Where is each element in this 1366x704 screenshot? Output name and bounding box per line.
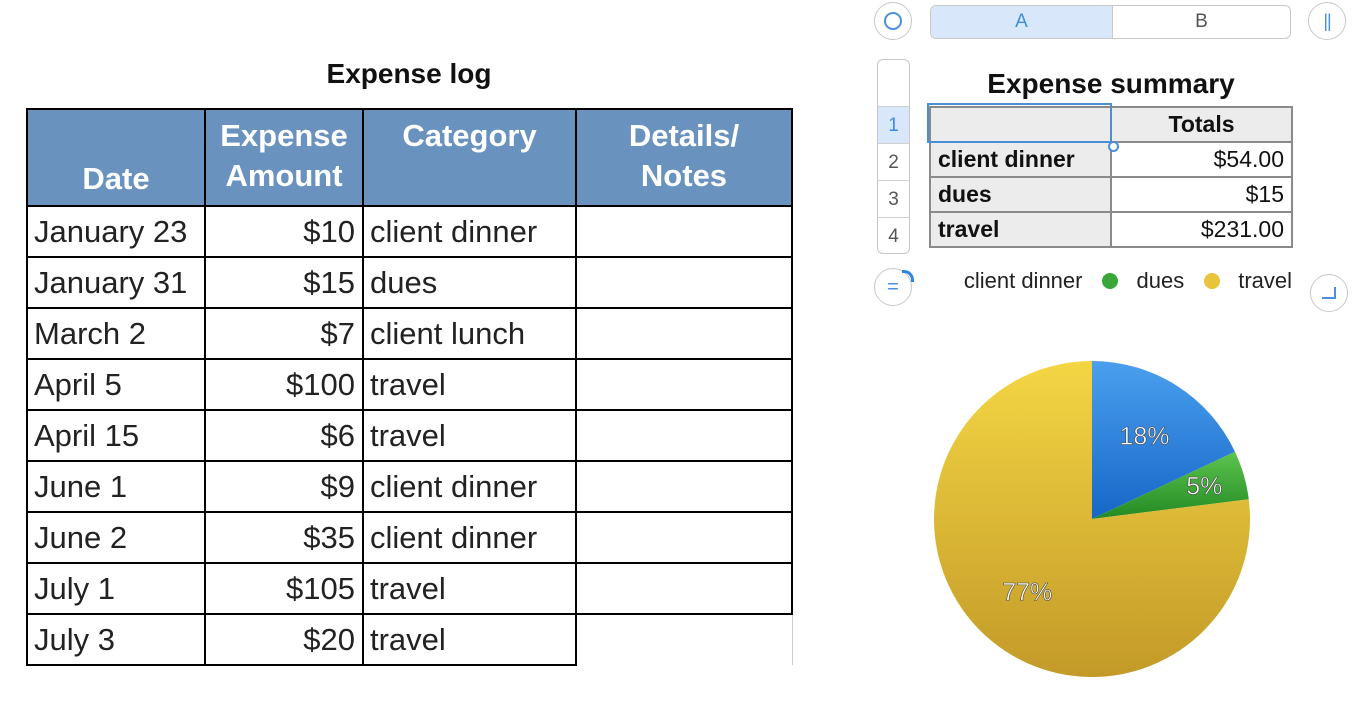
resize-table-button[interactable] bbox=[1310, 274, 1348, 312]
cell-selection-outline bbox=[927, 103, 1112, 143]
row-header-4[interactable]: 4 bbox=[878, 217, 909, 253]
notes-cell[interactable] bbox=[575, 358, 793, 411]
legend-swatch bbox=[1204, 273, 1221, 289]
amount-cell[interactable]: $15 bbox=[204, 256, 364, 309]
summary-label-cell[interactable]: dues bbox=[929, 176, 1112, 213]
header-amount-line1: Expense bbox=[220, 118, 348, 153]
table-row: January 23 $10 client dinner bbox=[26, 205, 793, 258]
summary-row: dues $15 bbox=[929, 176, 1293, 213]
table-row: June 2 $35 client dinner bbox=[26, 511, 793, 564]
expense-pie-chart[interactable]: 18% 5% 77% bbox=[930, 355, 1254, 679]
table-row: March 2 $7 client lunch bbox=[26, 307, 793, 360]
category-cell[interactable]: travel bbox=[362, 613, 577, 666]
date-cell[interactable]: July 3 bbox=[26, 613, 206, 666]
expense-log-header-row: Date Expense Amount Category Details/ No… bbox=[26, 108, 793, 207]
circle-icon bbox=[884, 12, 902, 30]
amount-cell[interactable]: $10 bbox=[204, 205, 364, 258]
summary-total-cell[interactable]: $231.00 bbox=[1110, 211, 1293, 248]
table-row: July 1 $105 travel bbox=[26, 562, 793, 615]
amount-cell[interactable]: $6 bbox=[204, 409, 364, 462]
notes-cell[interactable] bbox=[576, 613, 793, 665]
row-header-2[interactable]: 2 bbox=[878, 143, 909, 181]
summary-total-cell[interactable]: $15 bbox=[1110, 176, 1293, 213]
category-cell[interactable]: client dinner bbox=[362, 205, 577, 258]
add-column-button[interactable]: || bbox=[1308, 2, 1346, 40]
date-cell[interactable]: January 31 bbox=[26, 256, 206, 309]
header-category[interactable]: Category bbox=[362, 108, 577, 207]
legend-item-dues[interactable]: dues bbox=[1102, 268, 1184, 294]
legend-label: client dinner bbox=[963, 268, 1083, 293]
expense-log-title: Expense log bbox=[326, 58, 492, 89]
row-header-bar: 1 2 3 4 bbox=[877, 59, 910, 254]
pie-label-travel: 77% bbox=[1002, 578, 1052, 606]
column-header-b[interactable]: B bbox=[1113, 6, 1290, 38]
amount-cell[interactable]: $7 bbox=[204, 307, 364, 360]
category-cell[interactable]: travel bbox=[362, 358, 577, 411]
amount-cell[interactable]: $100 bbox=[204, 358, 364, 411]
expense-summary-title: Expense summary bbox=[987, 68, 1235, 99]
row-header-1[interactable]: 1 bbox=[878, 106, 909, 144]
amount-cell[interactable]: $9 bbox=[204, 460, 364, 513]
category-cell[interactable]: client lunch bbox=[362, 307, 577, 360]
selection-drag-handle[interactable] bbox=[1108, 141, 1119, 152]
date-cell[interactable]: July 1 bbox=[26, 562, 206, 615]
header-notes-line2: Notes bbox=[640, 158, 728, 193]
header-amount-line2: Amount bbox=[225, 158, 343, 193]
amount-cell[interactable]: $105 bbox=[204, 562, 364, 615]
date-cell[interactable]: June 2 bbox=[26, 511, 206, 564]
date-cell[interactable]: June 1 bbox=[26, 460, 206, 513]
equals-bars-icon: = bbox=[887, 276, 899, 298]
legend-swatch bbox=[1102, 273, 1119, 289]
table-row: April 15 $6 travel bbox=[26, 409, 793, 462]
column-header-bar: A B bbox=[930, 5, 1291, 39]
category-cell[interactable]: travel bbox=[362, 562, 577, 615]
notes-cell[interactable] bbox=[575, 562, 793, 615]
summary-header-totals[interactable]: Totals bbox=[1110, 106, 1293, 143]
notes-cell[interactable] bbox=[575, 511, 793, 564]
notes-cell[interactable] bbox=[575, 205, 793, 258]
legend-label: dues bbox=[1136, 268, 1185, 293]
category-cell[interactable]: dues bbox=[362, 256, 577, 309]
notes-cell[interactable] bbox=[575, 409, 793, 462]
notes-cell[interactable] bbox=[575, 460, 793, 513]
date-cell[interactable]: April 15 bbox=[26, 409, 206, 462]
summary-label-cell[interactable]: travel bbox=[929, 211, 1112, 248]
category-cell[interactable]: client dinner bbox=[362, 460, 577, 513]
corner-resize-icon bbox=[1322, 287, 1336, 299]
legend-item-client-dinner[interactable]: client dinner bbox=[956, 268, 1083, 294]
category-cell[interactable]: travel bbox=[362, 409, 577, 462]
notes-cell[interactable] bbox=[575, 256, 793, 309]
amount-cell[interactable]: $35 bbox=[204, 511, 364, 564]
date-cell[interactable]: March 2 bbox=[26, 307, 206, 360]
summary-total-cell[interactable]: $54.00 bbox=[1110, 141, 1293, 178]
expense-log-table: Date Expense Amount Category Details/ No… bbox=[26, 108, 793, 666]
row-header-3[interactable]: 3 bbox=[878, 180, 909, 218]
pause-bars-icon: || bbox=[1323, 10, 1331, 31]
table-row: June 1 $9 client dinner bbox=[26, 460, 793, 513]
header-date[interactable]: Date bbox=[26, 108, 206, 207]
header-expense-amount[interactable]: Expense Amount bbox=[204, 108, 364, 207]
date-cell[interactable]: April 5 bbox=[26, 358, 206, 411]
column-header-a[interactable]: A bbox=[931, 6, 1113, 38]
chart-legend: client dinner dues travel bbox=[900, 266, 1292, 296]
legend-item-travel[interactable]: travel bbox=[1204, 268, 1292, 294]
summary-label-cell[interactable]: client dinner bbox=[929, 141, 1112, 178]
amount-cell[interactable]: $20 bbox=[204, 613, 364, 666]
select-table-button[interactable] bbox=[874, 2, 912, 40]
table-row: January 31 $15 dues bbox=[26, 256, 793, 309]
legend-label: travel bbox=[1238, 268, 1292, 293]
table-row: July 3 $20 travel bbox=[26, 613, 793, 666]
pie-label-client-dinner: 18% bbox=[1119, 422, 1169, 450]
summary-row: travel $231.00 bbox=[929, 211, 1293, 248]
header-details-notes[interactable]: Details/ Notes bbox=[575, 108, 793, 207]
notes-cell[interactable] bbox=[575, 307, 793, 360]
table-row: April 5 $100 travel bbox=[26, 358, 793, 411]
header-notes-line1: Details/ bbox=[628, 118, 740, 153]
category-cell[interactable]: client dinner bbox=[362, 511, 577, 564]
date-cell[interactable]: January 23 bbox=[26, 205, 206, 258]
pie-label-dues: 5% bbox=[1186, 472, 1222, 500]
